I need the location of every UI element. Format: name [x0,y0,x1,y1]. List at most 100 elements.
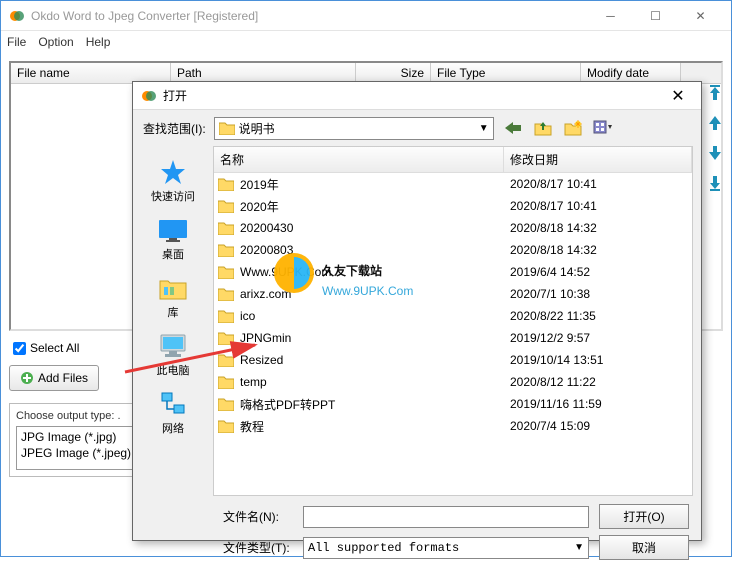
folder-icon [218,243,234,257]
lookin-combo[interactable]: 说明书 ▼ [214,117,494,140]
window-title: Okdo Word to Jpeg Converter [Registered] [31,9,588,23]
file-date: 2020/8/18 14:32 [510,243,688,257]
folder-icon [218,309,234,323]
star-icon [159,158,187,186]
folder-icon [218,419,234,433]
folder-icon [218,375,234,389]
up-folder-button[interactable] [532,117,554,139]
file-list-area: 名称 修改日期 2019年2020/8/17 10:412020年2020/8/… [213,146,693,496]
network-icon [158,391,188,417]
file-date: 2019/6/4 14:52 [510,265,688,279]
file-row[interactable]: temp2020/8/12 11:22 [214,371,692,393]
folder-icon [218,287,234,301]
library-icon [158,275,188,301]
file-row[interactable]: arixz.com2020/7/1 10:38 [214,283,692,305]
close-button[interactable]: ✕ [678,2,723,30]
place-network[interactable]: 网络 [138,386,208,440]
file-row[interactable]: 2020年2020/8/17 10:41 [214,195,692,217]
filename-label: 文件名(N): [223,508,293,525]
filelist-col-name[interactable]: 名称 [214,147,504,172]
filename-input[interactable] [303,506,589,528]
file-date: 2020/8/12 11:22 [510,375,688,389]
dialog-titlebar: 打开 ✕ [133,82,701,110]
file-row[interactable]: 教程2020/7/4 15:09 [214,415,692,437]
move-up-icon[interactable] [706,114,724,132]
folder-icon [218,353,234,367]
file-name: 教程 [240,418,510,435]
file-list[interactable]: 2019年2020/8/17 10:412020年2020/8/17 10:41… [214,173,692,495]
titlebar: Okdo Word to Jpeg Converter [Registered]… [1,1,731,31]
dropdown-arrow-icon: ▼ [574,542,584,553]
dialog-bottom: 文件名(N): 打开(O) 文件类型(T): All supported for… [133,496,701,572]
plus-icon [20,371,34,385]
menu-help[interactable]: Help [86,35,111,49]
folder-icon [218,221,234,235]
col-modify[interactable]: Modify date [581,63,681,83]
col-filetype[interactable]: File Type [431,63,581,83]
file-date: 2019/11/16 11:59 [510,397,688,411]
computer-icon [157,333,189,359]
file-row[interactable]: JPNGmin2019/12/2 9:57 [214,327,692,349]
file-name: Www.9UPK.Com [240,265,510,279]
menubar: File Option Help [1,31,731,53]
menu-option[interactable]: Option [38,35,73,49]
folder-icon [218,177,234,191]
folder-icon [218,265,234,279]
file-row[interactable]: 2019年2020/8/17 10:41 [214,173,692,195]
file-date: 2019/12/2 9:57 [510,331,688,345]
file-name: arixz.com [240,287,510,301]
select-all-input[interactable] [13,342,26,355]
dialog-icon [141,88,157,104]
back-button[interactable] [502,117,524,139]
add-files-button[interactable]: Add Files [9,365,99,391]
col-filename[interactable]: File name [11,63,171,83]
file-row[interactable]: Www.9UPK.Com2019/6/4 14:52 [214,261,692,283]
place-thispc[interactable]: 此电脑 [138,328,208,382]
move-top-icon[interactable] [706,84,724,102]
new-folder-button[interactable] [562,117,584,139]
maximize-button[interactable]: ☐ [633,2,678,30]
dropdown-arrow-icon: ▼ [479,123,489,134]
file-date: 2020/8/22 11:35 [510,309,688,323]
folder-icon [218,199,234,213]
file-row[interactable]: 202004302020/8/18 14:32 [214,217,692,239]
folder-icon [218,397,234,411]
file-name: Resized [240,353,510,367]
folder-icon [219,121,235,135]
dialog-toolbar: 查找范围(I): 说明书 ▼ [133,110,701,146]
minimize-button[interactable]: ─ [588,2,633,30]
folder-icon [218,331,234,345]
file-date: 2020/8/17 10:41 [510,199,688,213]
file-row[interactable]: 嗨格式PDF转PPT2019/11/16 11:59 [214,393,692,415]
file-name: ico [240,309,510,323]
cancel-button[interactable]: 取消 [599,535,689,560]
file-date: 2020/7/4 15:09 [510,419,688,433]
lookin-label: 查找范围(I): [143,120,206,137]
col-size[interactable]: Size [356,63,431,83]
view-menu-button[interactable] [592,117,614,139]
move-bottom-icon[interactable] [706,174,724,192]
file-row[interactable]: 202008032020/8/18 14:32 [214,239,692,261]
file-name: 嗨格式PDF转PPT [240,396,510,413]
file-date: 2019/10/14 13:51 [510,353,688,367]
dialog-title: 打开 [163,87,663,104]
place-quick-access[interactable]: 快速访问 [138,154,208,208]
file-row[interactable]: ico2020/8/22 11:35 [214,305,692,327]
file-row[interactable]: Resized2019/10/14 13:51 [214,349,692,371]
filetype-combo[interactable]: All supported formats ▼ [303,537,589,559]
app-icon [9,8,25,24]
dialog-close-button[interactable]: ✕ [663,86,693,106]
open-button[interactable]: 打开(O) [599,504,689,529]
select-all-checkbox[interactable]: Select All [9,339,124,357]
filelist-col-date[interactable]: 修改日期 [504,147,692,172]
places-bar: 快速访问 桌面 库 此电脑 网络 [133,146,213,496]
reorder-arrows [706,84,724,192]
col-path[interactable]: Path [171,63,356,83]
filetype-label: 文件类型(T): [223,539,293,556]
move-down-icon[interactable] [706,144,724,162]
place-library[interactable]: 库 [138,270,208,324]
menu-file[interactable]: File [7,35,26,49]
file-name: 2020年 [240,198,510,215]
place-desktop[interactable]: 桌面 [138,212,208,266]
file-name: 20200803 [240,243,510,257]
